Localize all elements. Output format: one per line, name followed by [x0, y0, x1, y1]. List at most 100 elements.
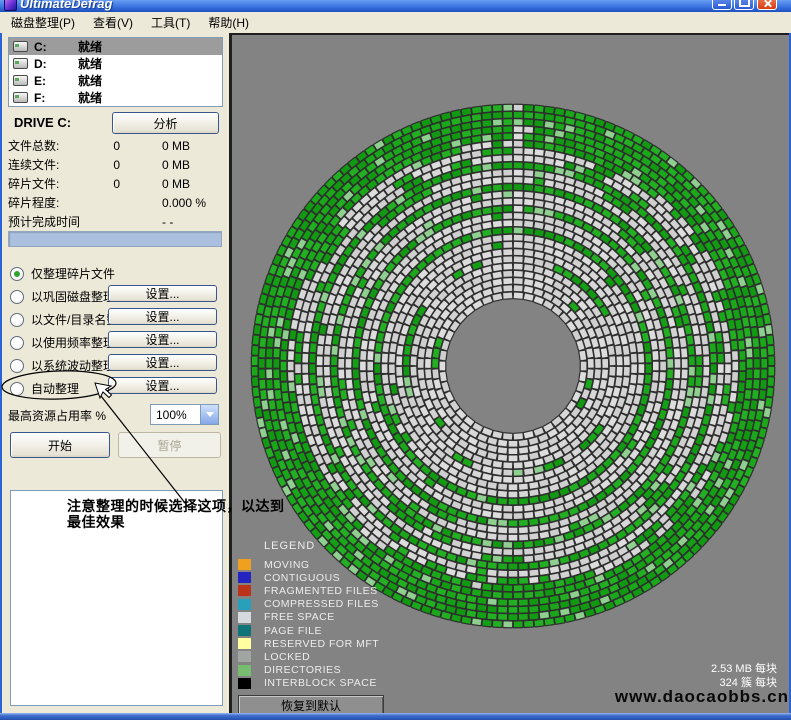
legend-label: INTERBLOCK SPACE: [264, 677, 377, 689]
drive-status: 就绪: [78, 89, 102, 106]
radio-5[interactable]: [10, 382, 24, 396]
maximize-icon: [739, 0, 750, 7]
radio-label: 以系统波动整理: [31, 357, 115, 374]
close-button[interactable]: [757, 0, 777, 10]
legend-label: FREE SPACE: [264, 611, 335, 623]
drive-row-2[interactable]: E: 就绪: [9, 72, 222, 89]
drive-row-1[interactable]: D: 就绪: [9, 55, 222, 72]
legend-swatch-6: [238, 638, 251, 649]
watermark-text: www.daocaobbs.cn: [615, 687, 789, 707]
window-border-bottom[interactable]: [0, 713, 791, 720]
legend-item: DIRECTORIES: [238, 664, 379, 677]
stat-row: 碎片文件:00 MB: [8, 175, 222, 194]
legend-swatch-9: [238, 678, 251, 689]
radio-row-fragmented-only[interactable]: 仅整理碎片文件: [10, 262, 225, 285]
drive-status: 就绪: [78, 38, 102, 55]
settings-button-by-volatility[interactable]: 设置...: [108, 354, 217, 371]
legend-label: FRAGMENTED FILES: [264, 585, 378, 597]
stat-size: 0 MB: [162, 137, 190, 156]
stat-size: 0 MB: [162, 156, 190, 175]
drive-info-title: DRIVE C:: [14, 115, 71, 130]
window-title: UltimateDefrag: [20, 0, 112, 11]
menu-help[interactable]: 帮助(H): [199, 12, 258, 33]
stat-count: 0: [80, 156, 120, 175]
stat-row: 预计完成时间 - -: [8, 213, 222, 232]
radio-0[interactable]: [10, 267, 24, 281]
legend-label: LOCKED: [264, 651, 310, 663]
resource-usage-select[interactable]: 100%: [150, 404, 219, 425]
legend-swatch-0: [238, 559, 251, 570]
settings-buttons: 设置... 设置... 设置... 设置... 设置...: [108, 285, 219, 400]
drive-icon: [13, 41, 28, 52]
restore-default-button[interactable]: 恢复到默认: [238, 695, 384, 715]
legend-swatch-7: [238, 651, 251, 662]
radio-4[interactable]: [10, 359, 24, 373]
stat-size: - -: [162, 213, 173, 232]
legend-item: FRAGMENTED FILES: [238, 584, 379, 597]
maximize-button[interactable]: [734, 0, 754, 10]
stat-count: 0: [80, 137, 120, 156]
menu-disk-defrag[interactable]: 磁盘整理(P): [2, 12, 84, 33]
ultimatedefrag-window: UltimateDefrag 磁盘整理(P) 查看(V) 工具(T) 帮助(H)…: [0, 0, 791, 720]
legend-swatch-2: [238, 585, 251, 596]
radio-3[interactable]: [10, 336, 24, 350]
settings-button-by-frequency[interactable]: 设置...: [108, 331, 217, 348]
drive-letter: F:: [34, 91, 78, 105]
radio-label: 仅整理碎片文件: [31, 265, 115, 282]
menu-tools[interactable]: 工具(T): [142, 12, 199, 33]
legend-swatch-1: [238, 572, 251, 583]
start-button[interactable]: 开始: [10, 432, 110, 458]
legend-item: CONTIGUOUS: [238, 571, 379, 584]
legend-label: COMPRESSED FILES: [264, 598, 379, 610]
stat-label: 预计完成时间: [8, 215, 80, 229]
minimize-button[interactable]: [712, 0, 732, 10]
stat-row: 文件总数:00 MB: [8, 137, 222, 156]
close-icon: [763, 0, 772, 8]
legend-swatch-8: [238, 665, 251, 676]
menu-bar: 磁盘整理(P) 查看(V) 工具(T) 帮助(H): [0, 12, 791, 33]
dropdown-button[interactable]: [200, 405, 218, 424]
stat-label: 碎片文件:: [8, 177, 59, 191]
legend-label: CONTIGUOUS: [264, 572, 340, 584]
resource-usage-label: 最高资源占用率 %: [8, 407, 106, 424]
drive-status: 就绪: [78, 72, 102, 89]
drive-row-3[interactable]: F: 就绪: [9, 89, 222, 106]
legend-item: MOVING: [238, 558, 379, 571]
settings-button-by-name[interactable]: 设置...: [108, 308, 217, 325]
stat-row: 碎片程度: 0.000 %: [8, 194, 222, 213]
pause-button[interactable]: 暂停: [118, 432, 221, 458]
radio-label: 以使用频率整理: [31, 334, 115, 351]
legend-rows: MOVING CONTIGUOUS FRAGMENTED FILES COMPR…: [238, 558, 379, 690]
menu-view[interactable]: 查看(V): [84, 12, 142, 33]
drive-icon: [13, 92, 28, 103]
legend-item: INTERBLOCK SPACE: [238, 677, 379, 690]
drive-row-0[interactable]: C: 就绪: [9, 38, 222, 55]
drive-status: 就绪: [78, 55, 102, 72]
file-list-box[interactable]: [10, 490, 223, 706]
legend-title: LEGEND: [264, 540, 379, 552]
legend: LEGEND MOVING CONTIGUOUS FRAGMENTED FILE…: [238, 540, 379, 690]
legend-swatch-3: [238, 599, 251, 610]
radio-1[interactable]: [10, 290, 24, 304]
legend-item: FREE SPACE: [238, 611, 379, 624]
control-panel: C: 就绪 D: 就绪 E: 就绪 F: 就绪 DRIVE C: 分析 文件总数…: [0, 33, 231, 713]
legend-item: LOCKED: [238, 650, 379, 663]
drive-icon: [13, 75, 28, 86]
settings-button-auto[interactable]: 设置...: [108, 377, 217, 394]
settings-button-consolidate[interactable]: 设置...: [108, 285, 217, 302]
legend-label: MOVING: [264, 559, 310, 571]
stat-label: 碎片程度:: [8, 196, 59, 210]
radio-2[interactable]: [10, 313, 24, 327]
stat-size: 0.000 %: [162, 194, 206, 213]
legend-swatch-5: [238, 625, 251, 636]
drive-listbox[interactable]: C: 就绪 D: 就绪 E: 就绪 F: 就绪: [8, 37, 223, 107]
stat-row: 连续文件:00 MB: [8, 156, 222, 175]
analyze-button[interactable]: 分析: [112, 112, 219, 134]
legend-swatch-4: [238, 612, 251, 623]
legend-item: COMPRESSED FILES: [238, 598, 379, 611]
legend-label: RESERVED FOR MFT: [264, 638, 379, 650]
radio-label: 自动整理: [31, 380, 79, 397]
title-bar[interactable]: UltimateDefrag: [0, 0, 791, 12]
legend-item: PAGE FILE: [238, 624, 379, 637]
legend-label: PAGE FILE: [264, 625, 322, 637]
